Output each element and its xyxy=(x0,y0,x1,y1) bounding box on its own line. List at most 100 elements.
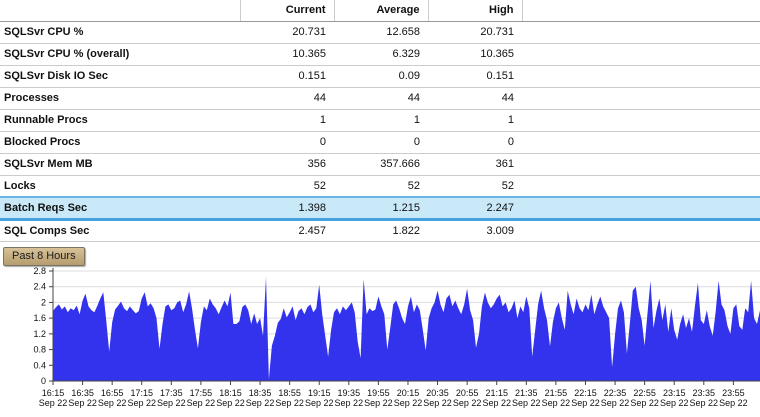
metric-label: Processes xyxy=(0,87,240,110)
svg-text:Sep 22: Sep 22 xyxy=(423,398,452,408)
svg-text:22:15: 22:15 xyxy=(574,388,597,398)
svg-text:2.4: 2.4 xyxy=(33,281,46,291)
metric-current: 1.398 xyxy=(240,196,334,221)
svg-text:18:55: 18:55 xyxy=(278,388,301,398)
column-header-current: Current xyxy=(239,0,334,22)
metric-label: SQLSvr CPU % xyxy=(0,21,240,44)
metric-label: SQLSvr Disk IO Sec xyxy=(0,65,240,88)
svg-text:19:55: 19:55 xyxy=(367,388,390,398)
metric-high: 1 xyxy=(428,109,522,132)
metric-row-batch-reqs-selected[interactable]: Batch Reqs Sec 1.398 1.215 2.247 xyxy=(0,196,760,221)
metric-name-header xyxy=(0,0,240,22)
metric-average: 357.666 xyxy=(334,153,428,176)
metric-current: 356 xyxy=(240,153,334,176)
svg-text:Sep 22: Sep 22 xyxy=(157,398,186,408)
metric-current: 20.731 xyxy=(240,21,334,44)
svg-text:20:15: 20:15 xyxy=(397,388,420,398)
metric-high: 3.009 xyxy=(428,219,522,242)
metric-label: Batch Reqs Sec xyxy=(0,196,240,221)
metric-current: 10.365 xyxy=(240,43,334,66)
metric-label: Locks xyxy=(0,175,240,198)
metric-average: 0 xyxy=(334,131,428,154)
metric-average: 0.09 xyxy=(334,65,428,88)
metric-high: 0 xyxy=(428,131,522,154)
metric-high: 52 xyxy=(428,175,522,198)
svg-text:Sep 22: Sep 22 xyxy=(39,398,68,408)
svg-text:21:15: 21:15 xyxy=(485,388,508,398)
metric-current: 1 xyxy=(240,109,334,132)
svg-text:23:15: 23:15 xyxy=(663,388,686,398)
timeseries-area-chart: 0 0.4 0.8 1.2 1.6 2 2.4 2.8 16:15 Sep 22 16:35 Sep … xyxy=(0,266,760,416)
svg-text:20:35: 20:35 xyxy=(426,388,449,398)
header-filler xyxy=(521,0,760,22)
svg-text:17:55: 17:55 xyxy=(190,388,213,398)
svg-text:Sep 22: Sep 22 xyxy=(364,398,393,408)
svg-text:0.8: 0.8 xyxy=(33,344,46,354)
svg-text:Sep 22: Sep 22 xyxy=(542,398,571,408)
metric-current: 44 xyxy=(240,87,334,110)
metric-current: 0 xyxy=(240,131,334,154)
svg-text:Sep 22: Sep 22 xyxy=(719,398,748,408)
metric-row-sqlsvr-cpu[interactable]: SQLSvr CPU % 20.731 12.658 20.731 xyxy=(0,21,760,44)
svg-text:Sep 22: Sep 22 xyxy=(660,398,689,408)
metric-average: 1 xyxy=(334,109,428,132)
metric-label: SQLSvr Mem MB xyxy=(0,153,240,176)
svg-text:Sep 22: Sep 22 xyxy=(275,398,304,408)
svg-text:17:35: 17:35 xyxy=(160,388,183,398)
metric-row-runnable-procs[interactable]: Runnable Procs 1 1 1 xyxy=(0,109,760,132)
metric-label: Runnable Procs xyxy=(0,109,240,132)
svg-text:Sep 22: Sep 22 xyxy=(482,398,511,408)
metric-high: 44 xyxy=(428,87,522,110)
svg-text:Sep 22: Sep 22 xyxy=(690,398,719,408)
svg-text:20:55: 20:55 xyxy=(456,388,479,398)
svg-text:Sep 22: Sep 22 xyxy=(571,398,600,408)
metric-row-sql-comps[interactable]: SQL Comps Sec 2.457 1.822 3.009 xyxy=(0,219,760,242)
svg-text:Sep 22: Sep 22 xyxy=(335,398,364,408)
svg-text:Sep 22: Sep 22 xyxy=(127,398,156,408)
svg-text:19:35: 19:35 xyxy=(338,388,361,398)
metric-average: 44 xyxy=(334,87,428,110)
metric-label: Blocked Procs xyxy=(0,131,240,154)
metrics-table: Current Average High SQLSvr CPU % 20.731… xyxy=(0,0,760,242)
metric-average: 1.822 xyxy=(334,219,428,242)
metrics-header-row: Current Average High xyxy=(0,0,760,22)
svg-text:Sep 22: Sep 22 xyxy=(512,398,541,408)
metric-label: SQLSvr CPU % (overall) xyxy=(0,43,240,66)
metric-row-sqlsvr-cpu-overall[interactable]: SQLSvr CPU % (overall) 10.365 6.329 10.3… xyxy=(0,43,760,66)
column-header-average: Average xyxy=(333,0,428,22)
svg-text:18:35: 18:35 xyxy=(249,388,272,398)
svg-text:1.6: 1.6 xyxy=(33,313,46,323)
svg-text:Sep 22: Sep 22 xyxy=(98,398,127,408)
metric-row-processes[interactable]: Processes 44 44 44 xyxy=(0,87,760,110)
svg-text:21:35: 21:35 xyxy=(515,388,538,398)
svg-text:16:15: 16:15 xyxy=(42,388,65,398)
svg-text:18:15: 18:15 xyxy=(219,388,242,398)
metric-average: 12.658 xyxy=(334,21,428,44)
svg-text:Sep 22: Sep 22 xyxy=(453,398,482,408)
metric-high: 10.365 xyxy=(428,43,522,66)
metric-average: 6.329 xyxy=(334,43,428,66)
svg-text:Sep 22: Sep 22 xyxy=(394,398,423,408)
metric-high: 20.731 xyxy=(428,21,522,44)
metric-row-blocked-procs[interactable]: Blocked Procs 0 0 0 xyxy=(0,131,760,154)
svg-text:2.8: 2.8 xyxy=(33,266,46,276)
past-8-hours-button[interactable]: Past 8 Hours xyxy=(3,246,85,266)
svg-text:23:55: 23:55 xyxy=(722,388,745,398)
metric-row-mem-mb[interactable]: SQLSvr Mem MB 356 357.666 361 xyxy=(0,153,760,176)
svg-text:Sep 22: Sep 22 xyxy=(246,398,275,408)
svg-text:Sep 22: Sep 22 xyxy=(216,398,245,408)
metric-row-locks[interactable]: Locks 52 52 52 xyxy=(0,175,760,198)
svg-text:1.2: 1.2 xyxy=(33,328,46,338)
svg-text:21:55: 21:55 xyxy=(545,388,568,398)
svg-text:16:35: 16:35 xyxy=(71,388,94,398)
chart-canvas: 00.40.81.21.622.42.816:15Sep 2216:35Sep … xyxy=(33,266,760,408)
metric-row-disk-io[interactable]: SQLSvr Disk IO Sec 0.151 0.09 0.151 xyxy=(0,65,760,88)
svg-text:Sep 22: Sep 22 xyxy=(630,398,659,408)
svg-text:Sep 22: Sep 22 xyxy=(601,398,630,408)
metric-high: 0.151 xyxy=(428,65,522,88)
metric-high: 2.247 xyxy=(428,196,522,221)
svg-text:0.4: 0.4 xyxy=(33,360,46,370)
svg-text:0: 0 xyxy=(41,376,46,386)
svg-text:Sep 22: Sep 22 xyxy=(305,398,334,408)
svg-text:Sep 22: Sep 22 xyxy=(187,398,216,408)
